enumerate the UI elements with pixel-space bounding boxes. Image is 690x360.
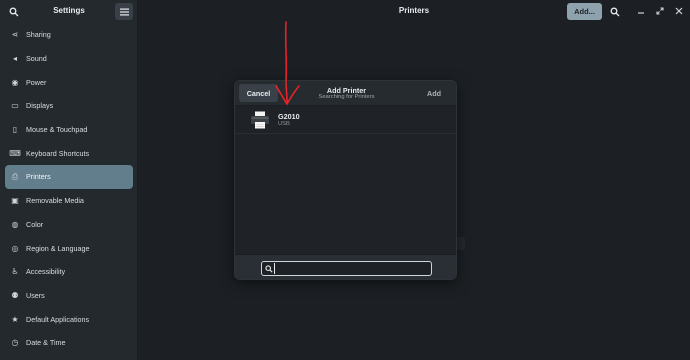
main-header: Printers Add... [138,0,690,23]
speaker-icon: ◂ [12,54,17,64]
dialog-footer [235,254,456,279]
sidebar-list: ⋖ Sharing ◂ Sound ◉ Power ▭ Displays ▯ Mouse & To… [0,23,138,355]
clock-icon: ◷ [11,338,19,348]
removable-media-icon: ▣ [11,196,19,206]
keyboard-icon: ⌨ [9,148,21,158]
hamburger-menu-icon [119,8,129,15]
hamburger-menu-button[interactable] [115,3,133,20]
sidebar-item-accessibility[interactable]: ♿ Accessibility [0,260,138,284]
share-icon: ⋖ [11,30,19,40]
sidebar-item-sound[interactable]: ◂ Sound [0,47,138,71]
printer-icon: ⎙ [11,171,19,181]
maximize-button[interactable] [654,5,666,17]
display-icon: ▭ [11,101,19,111]
add-printer-dialog: Cancel Add Printer Searching for Printer… [234,80,457,280]
sidebar-item-label: Mouse & Touchpad [26,125,88,135]
sidebar-item-keyboard-shortcuts[interactable]: ⌨ Keyboard Shortcuts [0,141,138,165]
sidebar-item-label: Sound [26,54,47,64]
search-icon [610,7,620,16]
star-icon: ★ [11,314,19,324]
printer-connection: USB [278,121,290,127]
sidebar-item-removable-media[interactable]: ▣ Removable Media [0,189,138,213]
sidebar-item-label: Date & Time [26,338,66,348]
users-icon: ⚉ [11,290,19,300]
sidebar-item-date-time[interactable]: ◷ Date & Time [0,331,138,355]
printer-search-field[interactable] [261,261,432,276]
minimize-button[interactable] [635,5,647,17]
search-icon [265,265,273,273]
printer-icon [251,111,269,129]
add-printer-button[interactable]: Add... [567,3,602,20]
power-icon: ◉ [11,77,19,87]
sidebar-item-color[interactable]: ◍ Color [0,213,138,237]
maximize-icon [656,7,664,15]
printer-name: G2010 [278,112,300,121]
sidebar-item-label: Power [26,77,47,87]
sidebar-item-label: Printers [26,172,51,182]
printer-search-input[interactable] [274,263,424,274]
printers-search-button[interactable] [606,3,624,20]
sidebar-item-default-applications[interactable]: ★ Default Applications [0,307,138,331]
dialog-header: Cancel Add Printer Searching for Printer… [235,81,456,106]
sidebar-item-label: Displays [26,101,54,111]
color-icon: ◍ [11,219,19,229]
dialog-subtitle: Searching for Printers [318,94,375,100]
sidebar-item-label: Default Applications [26,314,90,324]
sidebar-item-label: Sharing [26,30,51,40]
close-button[interactable] [673,5,685,17]
accessibility-icon: ♿ [11,267,19,277]
sidebar-item-label: Removable Media [26,196,84,206]
close-icon [675,7,683,15]
sidebar-item-mouse-touchpad[interactable]: ▯ Mouse & Touchpad [0,118,138,142]
sidebar-item-label: Color [26,219,44,229]
sidebar-item-label: Region & Language [26,243,90,253]
settings-sidebar: Settings ⋖ Sharing ◂ Sound ◉ Power ▭ Displays ▯ M… [0,0,138,360]
mouse-icon: ▯ [12,125,18,135]
sidebar-item-region-language[interactable]: ◎ Region & Language [0,236,138,260]
sidebar-item-label: Keyboard Shortcuts [26,148,90,158]
sidebar-header: Settings [0,0,137,23]
sidebar-item-power[interactable]: ◉ Power [0,70,138,94]
background-panel-edge [457,237,465,250]
sidebar-item-label: Users [26,290,45,300]
printer-row[interactable]: G2010 USB [235,106,456,134]
minimize-icon [638,12,644,14]
cancel-button[interactable]: Cancel [239,84,278,102]
sidebar-item-printers[interactable]: ⎙ Printers [5,165,133,189]
sidebar-item-sharing[interactable]: ⋖ Sharing [0,23,138,47]
sidebar-item-displays[interactable]: ▭ Displays [0,94,138,118]
sidebar-item-users[interactable]: ⚉ Users [0,284,138,308]
sidebar-item-label: Accessibility [26,267,66,277]
dialog-add-button[interactable]: Add [421,84,447,102]
printer-list: G2010 USB [235,106,456,254]
globe-icon: ◎ [11,243,19,253]
